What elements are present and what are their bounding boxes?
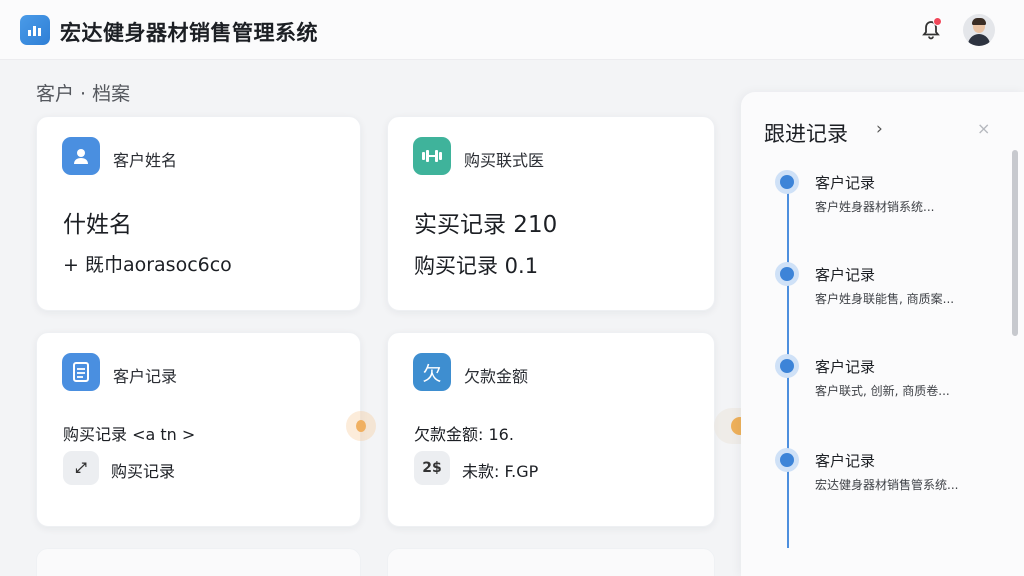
card-detail: 购买记录 bbox=[111, 462, 176, 481]
card-detail: 未款: F.GP bbox=[462, 462, 539, 481]
customer-records-card[interactable]: 客户记录 购买记录 <a tn > ⤢ 购买记录 bbox=[36, 332, 361, 527]
debt-icon: 欠 bbox=[413, 353, 451, 391]
user-avatar[interactable] bbox=[963, 14, 995, 46]
document-icon bbox=[62, 353, 100, 391]
breadcrumb: 客户 · 档案 bbox=[36, 83, 131, 105]
timeline-item[interactable]: 客户记录 客户姓身联能售, 商质案... bbox=[741, 262, 1001, 322]
timeline-desc: 宏达健身器材销售管系统... bbox=[815, 478, 959, 492]
purchase-card[interactable]: 购买联式医 实买记录 210 购买记录 0.1 bbox=[387, 116, 715, 311]
timeline-dot bbox=[775, 354, 799, 378]
card-title: 客户姓名 bbox=[113, 151, 178, 170]
bell-icon[interactable] bbox=[918, 17, 944, 43]
timeline-desc: 客户姓身联能售, 商质案... bbox=[815, 292, 955, 306]
card-detail: 购买记录 0.1 bbox=[414, 254, 539, 278]
card-value: 欠款金额: 16. bbox=[414, 425, 514, 444]
chevron-right-icon[interactable]: › bbox=[876, 119, 883, 139]
timeline-title: 客户记录 bbox=[815, 174, 876, 192]
timeline-dot bbox=[775, 262, 799, 286]
timeline-title: 客户记录 bbox=[815, 452, 876, 470]
timeline-item[interactable]: 客户记录 客户姓身器材销系统... bbox=[741, 170, 1001, 230]
customer-name-card[interactable]: 客户姓名 什姓名 + 既巾aorasoc6co bbox=[36, 116, 361, 311]
card-value: 什姓名 bbox=[63, 212, 132, 238]
card-link[interactable]: 购买记录 <a tn > bbox=[63, 421, 195, 445]
app-title: 宏达健身器材销售管理系统 bbox=[60, 21, 318, 45]
faded-card bbox=[387, 548, 715, 576]
top-bar: 宏达健身器材销售管理系统 bbox=[0, 0, 1024, 60]
timeline-title: 客户记录 bbox=[815, 358, 876, 376]
card-title: 购买联式医 bbox=[464, 151, 545, 170]
card-value: 实买记录 210 bbox=[414, 212, 558, 238]
timeline-desc: 客户姓身器材销系统... bbox=[815, 200, 935, 214]
panel-title: 跟进记录 bbox=[764, 122, 848, 146]
card-title: 欠款金额 bbox=[464, 367, 529, 386]
close-icon[interactable]: × bbox=[977, 119, 990, 138]
timeline-dot bbox=[775, 170, 799, 194]
timeline-item[interactable]: 客户记录 宏达健身器材销售管系统... bbox=[741, 448, 1001, 508]
faded-card bbox=[36, 548, 361, 576]
follow-up-panel: 跟进记录 › × 客户记录 客户姓身器材销系统... 客户记录 客户姓身联能售,… bbox=[741, 92, 1024, 576]
card-title: 客户记录 bbox=[113, 367, 178, 386]
debt-amount-card[interactable]: 欠 欠款金额 欠款金额: 16. 2$ 未款: F.GP bbox=[387, 332, 715, 527]
notification-badge bbox=[933, 17, 942, 26]
timeline-item[interactable]: 客户记录 客户联式, 创新, 商质卷... bbox=[741, 354, 1001, 414]
timeline-title: 客户记录 bbox=[815, 266, 876, 284]
drag-handle[interactable] bbox=[346, 411, 376, 441]
card-detail: + 既巾aorasoc6co bbox=[63, 254, 232, 276]
currency-badge: 2$ bbox=[414, 451, 450, 485]
dumbbell-icon bbox=[413, 137, 451, 175]
chart-logo-icon[interactable] bbox=[20, 15, 50, 45]
scrollbar[interactable] bbox=[1012, 150, 1018, 336]
expand-icon[interactable]: ⤢ bbox=[63, 451, 99, 485]
timeline-dot bbox=[775, 448, 799, 472]
timeline-desc: 客户联式, 创新, 商质卷... bbox=[815, 384, 950, 398]
user-icon bbox=[62, 137, 100, 175]
